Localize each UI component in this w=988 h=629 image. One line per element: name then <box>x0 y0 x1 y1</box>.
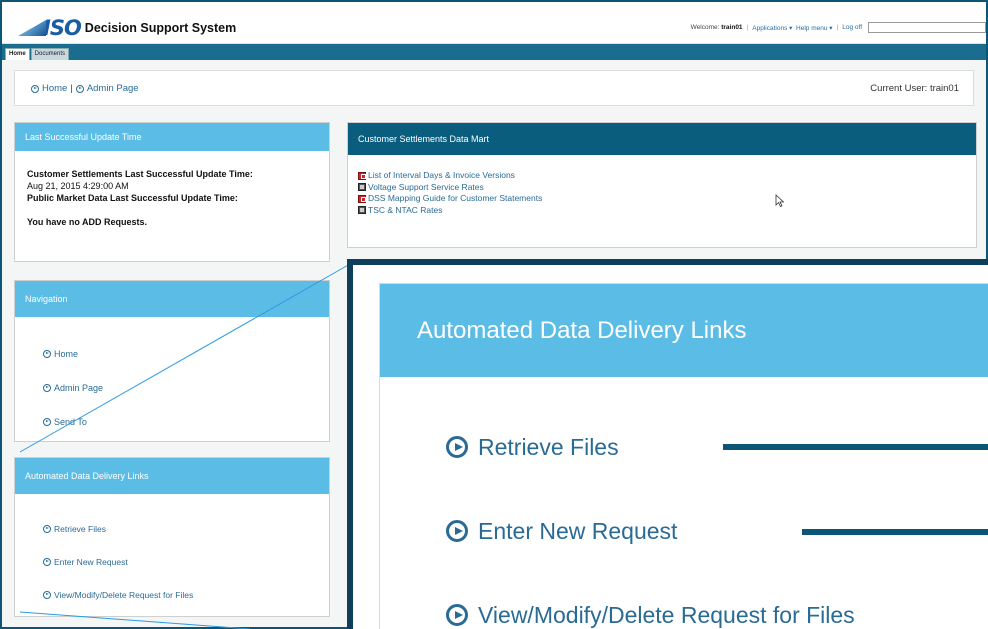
zoom-item-new-request[interactable]: Enter New Request <box>380 489 988 573</box>
app-header: ISO Decision Support System Welcome: tra… <box>2 2 986 44</box>
header-separator-2: | <box>836 24 839 31</box>
add-item-view-modify[interactable]: View/Modify/Delete Request for Files <box>43 578 329 611</box>
spreadsheet-icon <box>358 183 366 192</box>
nav-item-label[interactable]: Admin Page <box>54 383 103 393</box>
tab-documents[interactable]: Documents <box>30 48 70 60</box>
cs-update-label: Customer Settlements Last Successful Upd… <box>27 169 253 179</box>
zoom-item-label[interactable]: Retrieve Files <box>478 434 619 461</box>
logoff-link[interactable]: Log off <box>842 24 862 31</box>
add-links-panel: Automated Data Delivery Links Retrieve F… <box>14 457 330 617</box>
nav-item-home[interactable]: Home <box>43 337 329 371</box>
mart-link-label[interactable]: List of Interval Days & Invoice Versions <box>368 170 515 182</box>
cs-update-value: Aug 21, 2015 4:29:00 AM <box>27 181 129 191</box>
pdf-icon <box>358 194 366 203</box>
add-item-retrieve[interactable]: Retrieve Files <box>43 512 329 545</box>
circle-arrow-icon <box>43 557 51 566</box>
panel-title: Last Successful Update Time <box>15 123 329 151</box>
header-user-bar: Welcome: train01 | Applications ▾ Help m… <box>691 22 986 33</box>
breadcrumb-separator: | <box>70 83 73 94</box>
breadcrumb: Home | Admin Page <box>31 83 139 94</box>
breadcrumb-admin[interactable]: Admin Page <box>87 83 139 94</box>
applications-menu[interactable]: Applications ▾ <box>752 24 792 32</box>
mart-link-label[interactable]: DSS Mapping Guide for Customer Statement… <box>368 193 542 205</box>
header-separator: | <box>746 24 749 31</box>
update-time-panel: Last Successful Update Time Customer Set… <box>14 122 330 262</box>
mart-link-label[interactable]: Voltage Support Service Rates <box>368 182 484 194</box>
circle-arrow-icon <box>75 84 84 93</box>
highlight-bar <box>723 444 988 450</box>
circle-arrow-icon <box>43 524 51 533</box>
mart-link-interval-days[interactable]: List of Interval Days & Invoice Versions <box>358 170 964 182</box>
breadcrumb-bar: Home | Admin Page Current User: train01 <box>14 70 974 106</box>
add-requests-message: You have no ADD Requests. <box>27 217 148 227</box>
welcome-user: train01 <box>721 24 743 31</box>
navigation-panel: Navigation Home Admin Page Send To <box>14 280 330 442</box>
tab-strip: Home Documents <box>2 44 986 60</box>
spreadsheet-icon <box>358 206 366 215</box>
tab-home[interactable]: Home <box>5 48 30 60</box>
panel-title: Automated Data Delivery Links <box>15 458 329 494</box>
mouse-cursor-icon <box>775 194 784 207</box>
nav-item-send-to[interactable]: Send To <box>43 405 329 439</box>
circle-arrow-icon <box>43 384 51 392</box>
zoom-callout: Automated Data Delivery Links Retrieve F… <box>347 259 988 629</box>
circle-arrow-icon <box>31 84 39 93</box>
circle-arrow-icon <box>43 418 51 426</box>
current-user-label: Current User: train01 <box>870 83 959 94</box>
pm-update-label: Public Market Data Last Successful Updat… <box>27 193 238 203</box>
nav-item-admin[interactable]: Admin Page <box>43 371 329 405</box>
mart-link-voltage-support[interactable]: Voltage Support Service Rates <box>358 182 964 194</box>
add-item-label[interactable]: Retrieve Files <box>54 524 106 534</box>
circle-arrow-icon <box>446 436 468 458</box>
zoom-item-view-modify[interactable]: View/Modify/Delete Request for Files <box>380 573 988 629</box>
zoom-item-label[interactable]: Enter New Request <box>478 518 677 545</box>
logo[interactable]: ISO Decision Support System <box>18 16 237 40</box>
welcome-label: Welcome: <box>690 24 720 31</box>
circle-arrow-icon <box>43 590 51 599</box>
mart-link-tsc-ntac[interactable]: TSC & NTAC Rates <box>358 205 964 217</box>
zoom-item-retrieve[interactable]: Retrieve Files <box>380 405 988 489</box>
logo-swoosh-icon <box>18 20 46 36</box>
add-item-new-request[interactable]: Enter New Request <box>43 545 329 578</box>
panel-title: Customer Settlements Data Mart <box>348 123 976 155</box>
mart-link-label[interactable]: TSC & NTAC Rates <box>368 205 442 217</box>
panel-title: Navigation <box>15 281 329 317</box>
circle-arrow-icon <box>43 350 51 358</box>
add-item-label[interactable]: View/Modify/Delete Request for Files <box>54 590 193 600</box>
app-title: Decision Support System <box>84 21 237 35</box>
circle-arrow-icon <box>446 520 468 542</box>
zoomed-add-panel: Automated Data Delivery Links Retrieve F… <box>379 283 988 629</box>
breadcrumb-home[interactable]: Home <box>42 83 67 94</box>
logo-text: ISO <box>43 16 82 40</box>
search-input[interactable] <box>868 22 986 33</box>
mart-link-mapping-guide[interactable]: DSS Mapping Guide for Customer Statement… <box>358 193 964 205</box>
nav-item-label[interactable]: Home <box>54 349 78 359</box>
pdf-icon <box>358 171 366 180</box>
zoom-panel-title: Automated Data Delivery Links <box>380 284 988 377</box>
nav-item-label[interactable]: Send To <box>54 417 87 427</box>
add-item-label[interactable]: Enter New Request <box>54 557 128 567</box>
help-menu[interactable]: Help menu ▾ <box>796 24 833 32</box>
zoom-item-label[interactable]: View/Modify/Delete Request for Files <box>478 602 855 629</box>
circle-arrow-icon <box>446 604 468 626</box>
highlight-bar <box>802 529 988 535</box>
data-mart-panel: Customer Settlements Data Mart List of I… <box>347 122 977 248</box>
